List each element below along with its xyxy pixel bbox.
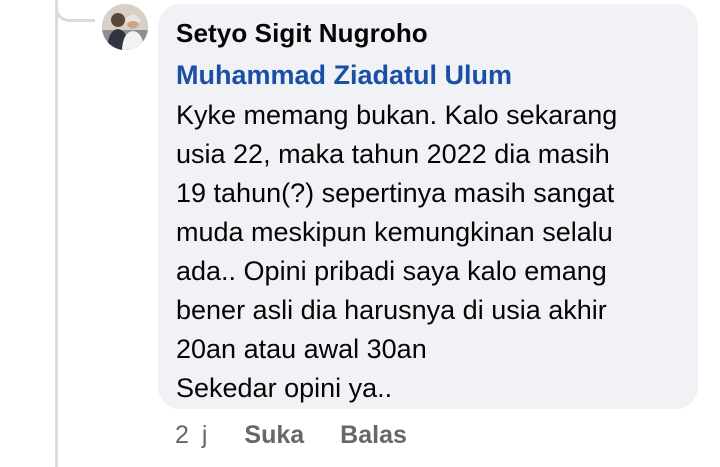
comment-bubble: Setyo Sigit Nugroho Muhammad Ziadatul Ul… (158, 4, 698, 409)
reply-button[interactable]: Balas (340, 421, 407, 450)
mention-link[interactable]: Muhammad Ziadatul Ulum (176, 58, 678, 92)
reply-thread-connector (55, 0, 95, 22)
like-button[interactable]: Suka (244, 421, 304, 450)
comment-author-name[interactable]: Setyo Sigit Nugroho (176, 18, 678, 48)
comment-timestamp[interactable]: 2 j (175, 421, 210, 450)
reply-thread-line (55, 0, 58, 467)
comment-text-line: usia 22, maka tahun 2022 dia masih (176, 139, 610, 169)
comment-text-line: 19 tahun(?) sepertinya masih sangat (176, 178, 615, 208)
profile-photo-icon (102, 4, 148, 50)
comment-text-line: muda meskipun kemungkinan selalu (176, 217, 613, 247)
comment-body: Muhammad Ziadatul Ulum Kyke memang bukan… (176, 58, 678, 408)
comment-text-line: ada.. Opini pribadi saya kalo emang (176, 256, 607, 286)
comment-text-line: 20an atau awal 30an (176, 334, 427, 364)
comment-actions: 2 j Suka Balas (175, 418, 443, 452)
avatar[interactable] (102, 4, 148, 50)
comment-text-line: Sekedar opini ya.. (176, 373, 393, 403)
comment-text-line: bener asli dia harusnya di usia akhir (176, 295, 607, 325)
comment-text-line: Kyke memang bukan. Kalo sekarang (176, 100, 618, 130)
